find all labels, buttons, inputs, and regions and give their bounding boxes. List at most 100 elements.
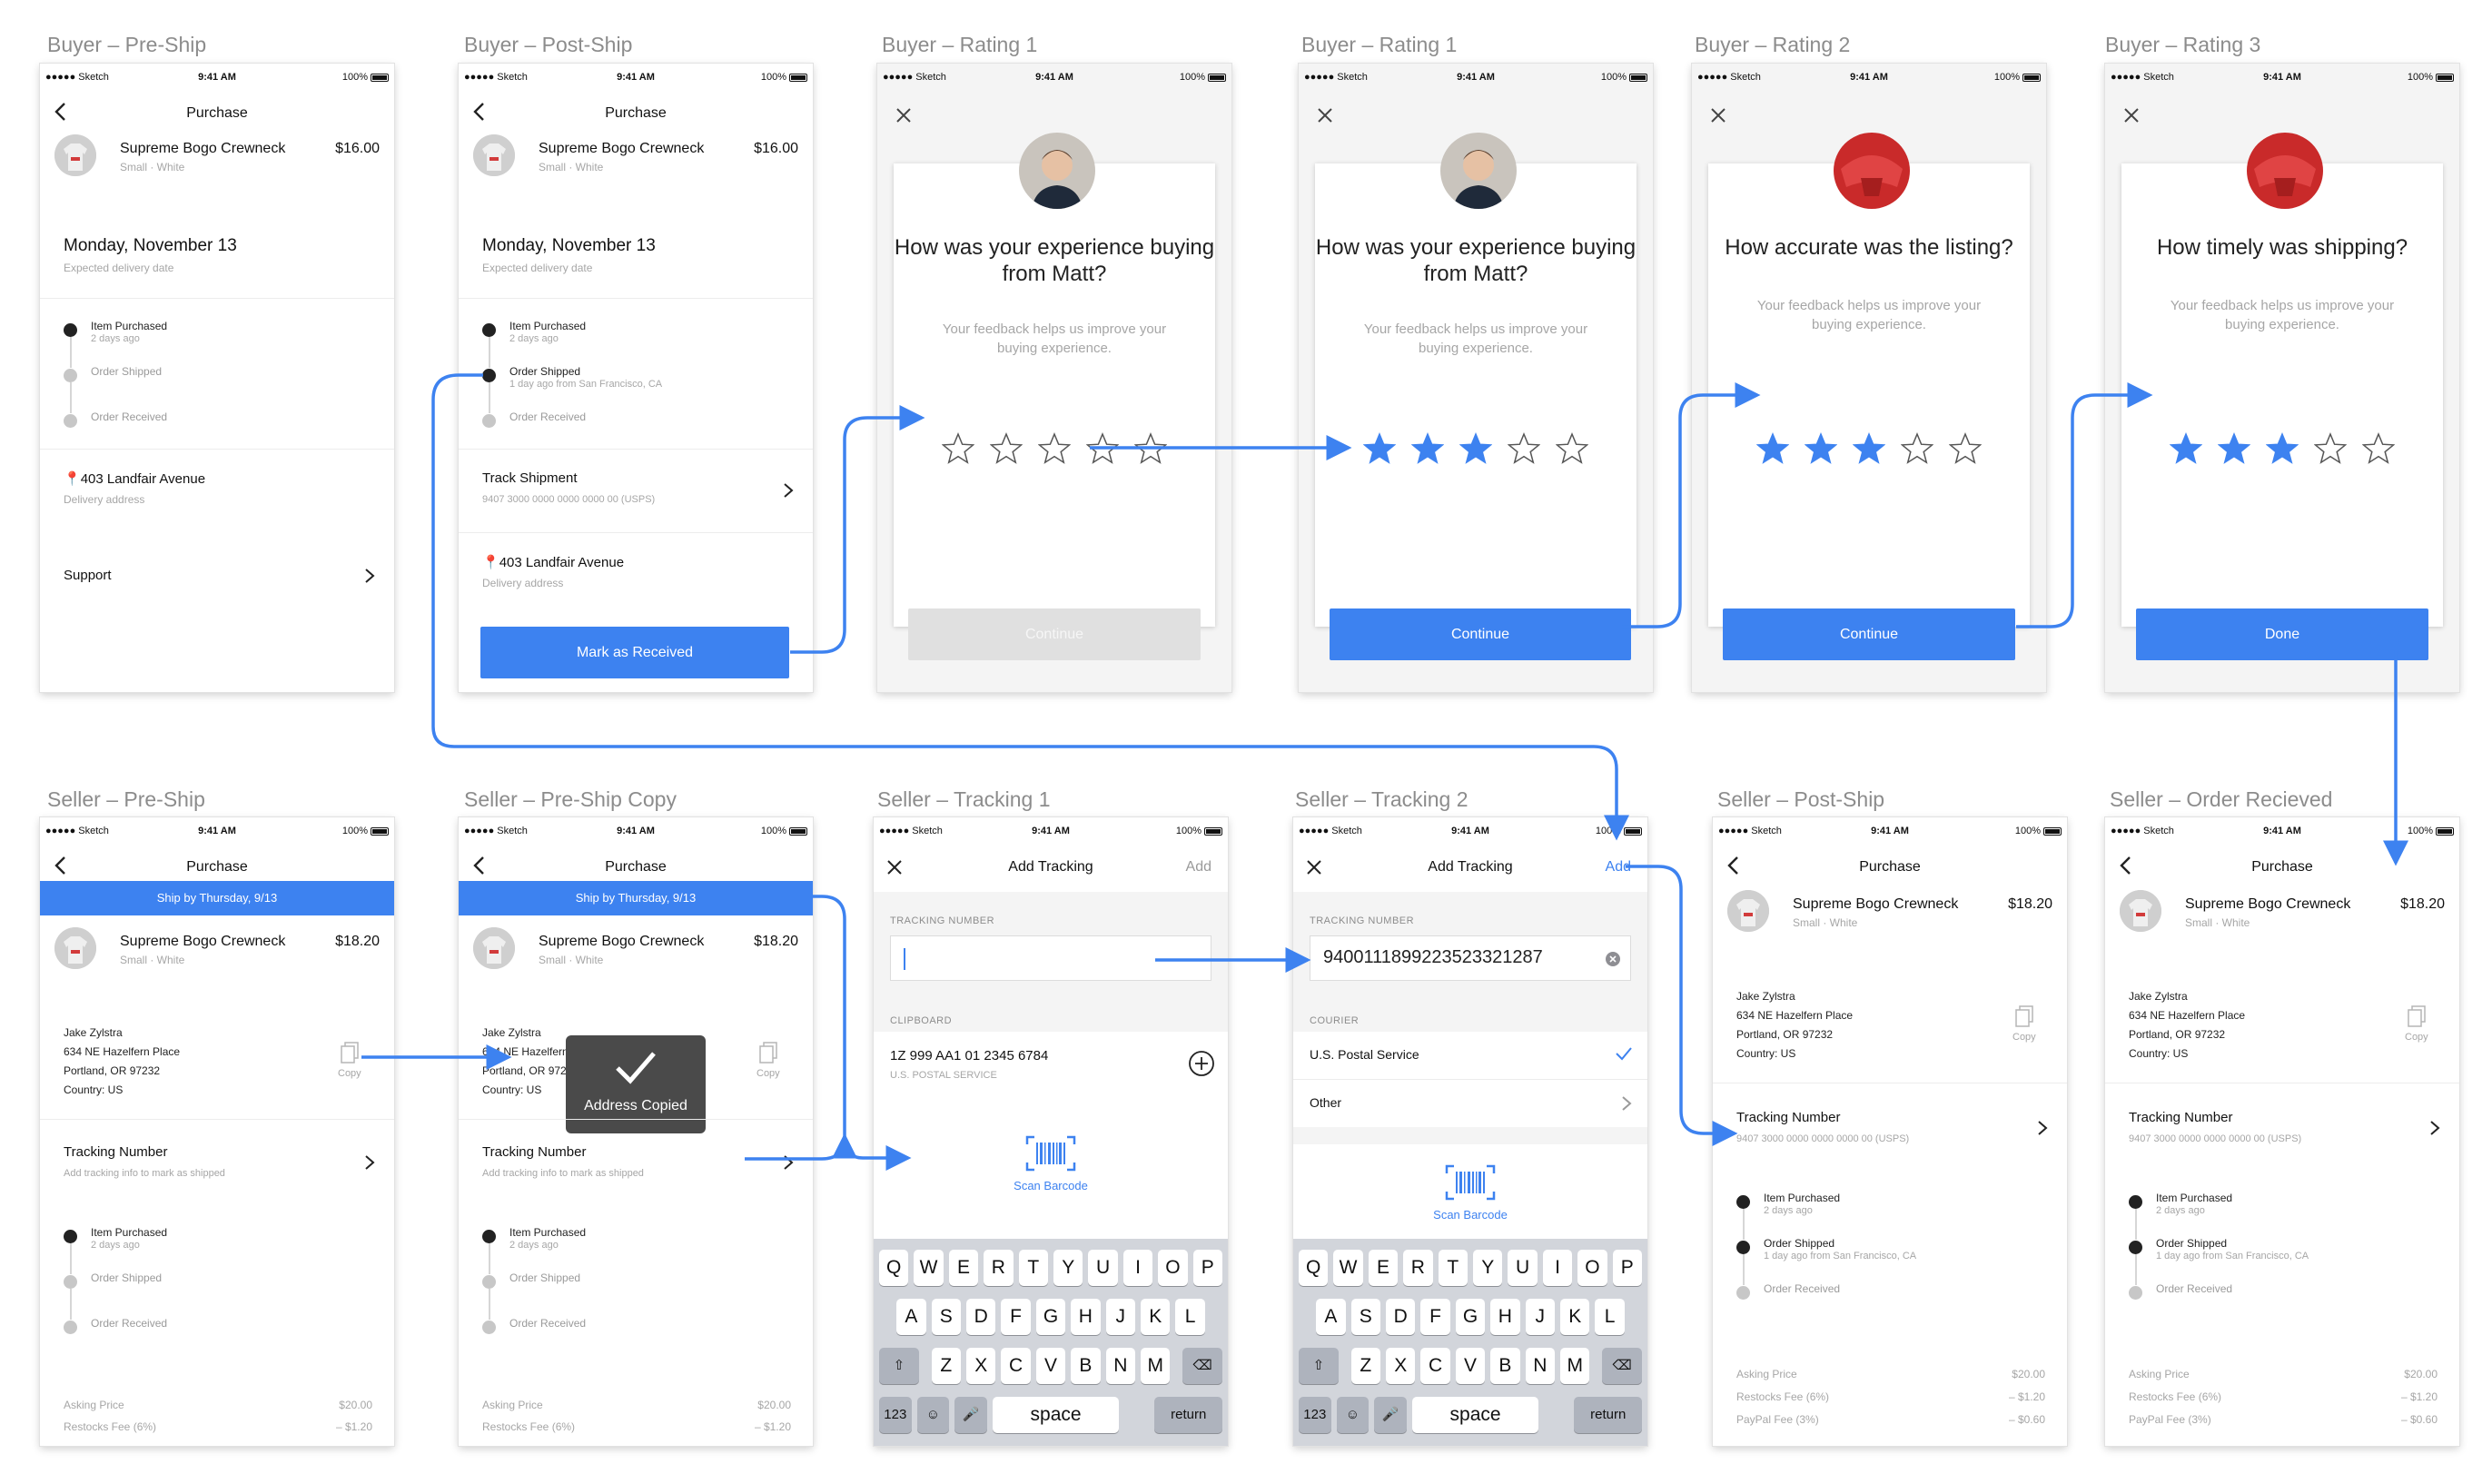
courier-option-usps[interactable]: U.S. Postal Service [1293, 1032, 1647, 1079]
key-a[interactable]: A [1316, 1299, 1346, 1335]
key-d[interactable]: D [966, 1299, 996, 1335]
star-empty-icon[interactable] [1134, 432, 1167, 465]
star-filled-icon[interactable] [1459, 432, 1492, 465]
key-y[interactable]: Y [1053, 1250, 1083, 1286]
key-z[interactable]: Z [931, 1348, 961, 1384]
return-key[interactable]: return [1574, 1397, 1642, 1433]
key-g[interactable]: G [1035, 1299, 1066, 1335]
key-w[interactable]: W [914, 1250, 944, 1286]
barcode-icon[interactable] [1025, 1135, 1076, 1172]
key-q[interactable]: Q [879, 1250, 909, 1286]
tracking-number-input[interactable]: 9400111899223523321287 [1310, 935, 1631, 981]
star-empty-icon[interactable] [990, 432, 1023, 465]
key-v[interactable]: V [1455, 1348, 1486, 1384]
track-shipment-link[interactable]: Track Shipment [482, 470, 577, 486]
key-y[interactable]: Y [1473, 1250, 1503, 1286]
star-rating[interactable] [2121, 432, 2443, 465]
key-m[interactable]: M [1141, 1348, 1171, 1384]
key-e[interactable]: E [1368, 1250, 1399, 1286]
chevron-right-icon[interactable] [2428, 1119, 2441, 1137]
key-w[interactable]: W [1333, 1250, 1363, 1286]
star-empty-icon[interactable] [1949, 432, 1982, 465]
star-filled-icon[interactable] [2170, 432, 2202, 465]
key-x[interactable]: X [1386, 1348, 1416, 1384]
star-empty-icon[interactable] [1086, 432, 1119, 465]
close-icon[interactable] [1708, 105, 1728, 125]
key-m[interactable]: M [1560, 1348, 1590, 1384]
numbers-key[interactable]: 123 [1299, 1397, 1331, 1433]
key-k[interactable]: K [1560, 1299, 1590, 1335]
tracking-number-link[interactable]: Tracking Number [64, 1144, 167, 1160]
key-x[interactable]: X [966, 1348, 996, 1384]
return-key[interactable]: return [1154, 1397, 1222, 1433]
key-b[interactable]: B [1490, 1348, 1520, 1384]
key-j[interactable]: J [1105, 1299, 1135, 1335]
clear-icon[interactable] [1605, 951, 1621, 967]
key-o[interactable]: O [1577, 1250, 1607, 1286]
microphone-key[interactable]: 🎤 [954, 1397, 987, 1433]
key-r[interactable]: R [1403, 1250, 1433, 1286]
scan-barcode-link[interactable]: Scan Barcode [874, 1179, 1228, 1192]
space-key[interactable]: space [992, 1397, 1120, 1433]
key-u[interactable]: U [1508, 1250, 1538, 1286]
star-rating[interactable] [894, 432, 1215, 465]
star-rating[interactable] [1708, 432, 2030, 465]
space-key[interactable]: space [1411, 1397, 1539, 1433]
shift-key[interactable]: ⇧ [1299, 1348, 1339, 1384]
star-filled-icon[interactable] [2218, 432, 2250, 465]
key-i[interactable]: I [1122, 1250, 1153, 1286]
continue-button[interactable]: Continue [1723, 608, 2015, 660]
star-empty-icon[interactable] [2362, 432, 2395, 465]
key-r[interactable]: R [984, 1250, 1014, 1286]
close-icon[interactable] [2121, 105, 2141, 125]
key-t[interactable]: T [1438, 1250, 1468, 1286]
star-empty-icon[interactable] [2314, 432, 2347, 465]
chevron-right-icon[interactable] [782, 481, 795, 500]
key-p[interactable]: P [1192, 1250, 1222, 1286]
key-a[interactable]: A [896, 1299, 926, 1335]
copy-icon[interactable] [758, 1041, 778, 1064]
done-button[interactable]: Done [2136, 608, 2428, 660]
key-f[interactable]: F [1001, 1299, 1031, 1335]
key-n[interactable]: N [1105, 1348, 1135, 1384]
star-filled-icon[interactable] [1853, 432, 1885, 465]
microphone-key[interactable]: 🎤 [1374, 1397, 1407, 1433]
numbers-key[interactable]: 123 [879, 1397, 912, 1433]
key-s[interactable]: S [1350, 1299, 1380, 1335]
copy-icon[interactable] [340, 1041, 360, 1064]
key-l[interactable]: L [1175, 1299, 1205, 1335]
continue-button[interactable]: Continue [908, 608, 1201, 660]
key-u[interactable]: U [1088, 1250, 1118, 1286]
key-t[interactable]: T [1018, 1250, 1048, 1286]
add-button[interactable]: Add [1186, 859, 1211, 876]
key-i[interactable]: I [1542, 1250, 1573, 1286]
star-empty-icon[interactable] [1038, 432, 1071, 465]
barcode-icon[interactable] [1445, 1164, 1496, 1201]
star-filled-icon[interactable] [1805, 432, 1837, 465]
key-e[interactable]: E [948, 1250, 979, 1286]
mark-received-button[interactable]: Mark as Received [480, 627, 789, 678]
star-empty-icon[interactable] [1901, 432, 1933, 465]
copy-icon[interactable] [2407, 1004, 2427, 1028]
copy-icon[interactable] [2014, 1004, 2034, 1028]
key-f[interactable]: F [1420, 1299, 1450, 1335]
key-z[interactable]: Z [1350, 1348, 1380, 1384]
key-h[interactable]: H [1071, 1299, 1101, 1335]
courier-option-other[interactable]: Other [1293, 1080, 1647, 1127]
key-o[interactable]: O [1158, 1250, 1188, 1286]
support-link[interactable]: Support [64, 568, 112, 583]
tracking-number-link[interactable]: Tracking Number [2129, 1110, 2232, 1125]
star-empty-icon[interactable] [1508, 432, 1540, 465]
key-q[interactable]: Q [1299, 1250, 1329, 1286]
tracking-number-link[interactable]: Tracking Number [482, 1144, 586, 1160]
emoji-key[interactable]: ☺ [916, 1397, 950, 1433]
key-g[interactable]: G [1455, 1299, 1486, 1335]
key-c[interactable]: C [1001, 1348, 1031, 1384]
tracking-number-link[interactable]: Tracking Number [1736, 1110, 1840, 1125]
close-icon[interactable] [1315, 105, 1335, 125]
key-c[interactable]: C [1420, 1348, 1450, 1384]
star-rating[interactable] [1315, 432, 1637, 465]
chevron-right-icon[interactable] [363, 1153, 376, 1172]
star-filled-icon[interactable] [1756, 432, 1789, 465]
chevron-right-icon[interactable] [782, 1153, 795, 1172]
